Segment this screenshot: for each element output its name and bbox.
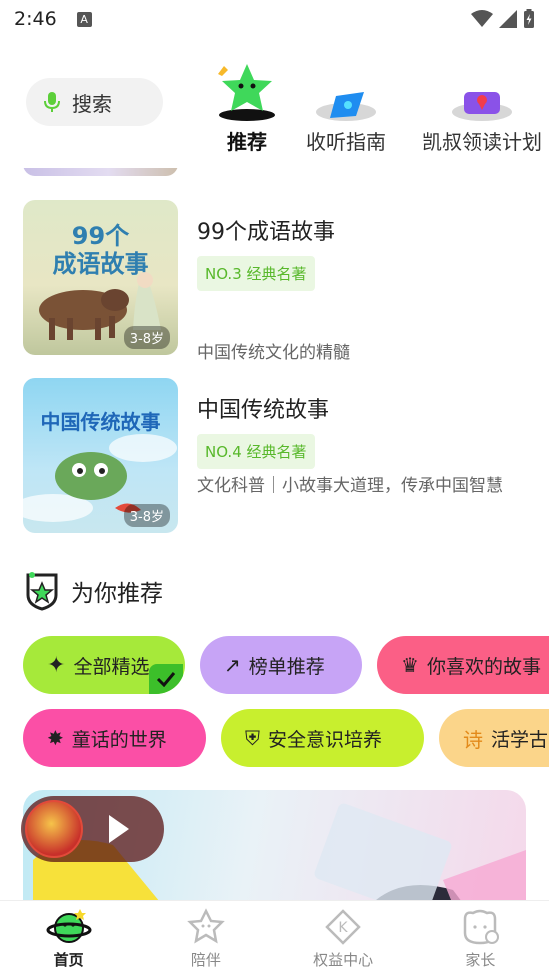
- top-header: 搜索 推荐 收听指南 凯叔领读计划: [0, 38, 549, 168]
- chip-ranking[interactable]: ↗ 榜单推荐: [200, 636, 362, 694]
- nav-label: 家长: [465, 951, 496, 969]
- nav-label: 权益中心: [313, 951, 374, 969]
- chip-label: 活学古: [491, 728, 549, 751]
- shield-bolt-icon: ⛨: [245, 726, 260, 750]
- main-content[interactable]: 99个 成语故事 3-8岁 99个成语故事 NO.3 经典名著 中国传统文化的精…: [0, 168, 549, 900]
- microphone-icon: [44, 92, 60, 112]
- status-right: [471, 9, 535, 29]
- book-description: 文化科普｜小故事大道理，传承中国智慧: [197, 476, 503, 496]
- companion-star-icon: [187, 908, 225, 944]
- nav-label: 首页: [53, 951, 84, 969]
- search-box[interactable]: 搜索: [26, 78, 163, 126]
- nav-home[interactable]: 首页: [0, 901, 137, 976]
- chip-label: 全部精选: [73, 655, 150, 678]
- nav-benefits[interactable]: K 权益中心: [275, 901, 412, 976]
- previous-book-cover[interactable]: [23, 168, 178, 176]
- trend-icon: ↗: [224, 653, 241, 677]
- svg-text:K: K: [339, 920, 349, 936]
- selected-check-icon: [149, 664, 183, 694]
- book-item[interactable]: 中国传统故事 3-8岁 中国传统故事 NO.4 经典名著 文化科普｜小故事大道理…: [23, 378, 533, 533]
- sparkle-icon: ✦: [47, 652, 66, 678]
- chip-label: 安全意识培养: [268, 728, 383, 751]
- nav-label: 陪伴: [190, 951, 221, 969]
- planet-home-icon: [46, 909, 92, 943]
- k-diamond-icon: K: [325, 909, 361, 945]
- reading-plan-book-icon: [452, 92, 512, 121]
- chip-classical-poems[interactable]: 诗 活学古: [439, 709, 549, 767]
- status-bar: 2:46 A: [0, 0, 549, 38]
- tab-listening-guide[interactable]: 收听指南: [306, 60, 386, 155]
- tab-label: 收听指南: [306, 130, 386, 154]
- chip-fairy-tale[interactable]: ✸ 童话的世界: [23, 709, 206, 767]
- crown-icon: ♛: [401, 653, 419, 677]
- player-thumbnail: [25, 800, 83, 858]
- accessibility-a-icon: A: [76, 11, 92, 27]
- age-badge: 3-8岁: [123, 504, 170, 527]
- recommend-section-header: 为你推荐: [23, 571, 163, 611]
- tab-label: 凯叔领读计划: [422, 130, 542, 154]
- wifi-icon: [471, 10, 493, 27]
- nav-parent[interactable]: 家长: [412, 901, 549, 976]
- book-item[interactable]: 99个 成语故事 3-8岁 99个成语故事 NO.3 经典名著 中国传统文化的精…: [23, 200, 533, 363]
- cover-title: 中国传统故事: [40, 410, 161, 434]
- chip-label: 榜单推荐: [248, 655, 325, 678]
- search-label: 搜索: [72, 91, 112, 116]
- book-title: 99个成语故事: [197, 220, 335, 245]
- play-icon[interactable]: [105, 813, 131, 845]
- mini-player[interactable]: [21, 796, 164, 862]
- cover-title: 99个 成语故事: [52, 222, 149, 278]
- rank-badge: NO.3 经典名著: [197, 256, 315, 291]
- poem-icon: 诗: [463, 727, 483, 752]
- guide-disc-icon: [316, 92, 376, 121]
- section-title: 为你推荐: [71, 581, 163, 607]
- book-description: 中国传统文化的精髓: [197, 343, 350, 363]
- tab-recommend[interactable]: 推荐: [216, 60, 278, 155]
- chip-all-selected[interactable]: ✦ 全部精选: [23, 636, 185, 694]
- age-badge: 3-8岁: [123, 326, 170, 349]
- nav-companion[interactable]: 陪伴: [137, 901, 274, 976]
- book-cover[interactable]: 中国传统故事 3-8岁: [23, 378, 178, 533]
- signal-icon: [499, 10, 517, 28]
- battery-icon: [524, 9, 534, 28]
- book-title: 中国传统故事: [197, 398, 330, 423]
- rank-badge: NO.4 经典名著: [197, 434, 315, 469]
- chip-label: 童话的世界: [71, 728, 167, 751]
- chip-favorite-stories[interactable]: ♛ 你喜欢的故事: [377, 636, 549, 694]
- tab-reading-plan[interactable]: 凯叔领读计划: [422, 60, 542, 155]
- status-time: 2:46: [14, 8, 57, 30]
- book-cover[interactable]: 99个 成语故事 3-8岁: [23, 200, 178, 355]
- chip-safety[interactable]: ⛨ 安全意识培养: [221, 709, 424, 767]
- tab-label: 推荐: [227, 130, 267, 154]
- parent-face-icon: [464, 909, 500, 945]
- star-mascot-icon: [218, 64, 275, 121]
- bottom-nav: 首页 陪伴 K 权益中心 家长: [0, 900, 549, 976]
- chip-label: 你喜欢的故事: [426, 655, 541, 678]
- star-burst-icon: ✸: [47, 726, 64, 750]
- star-shield-icon: [26, 572, 58, 611]
